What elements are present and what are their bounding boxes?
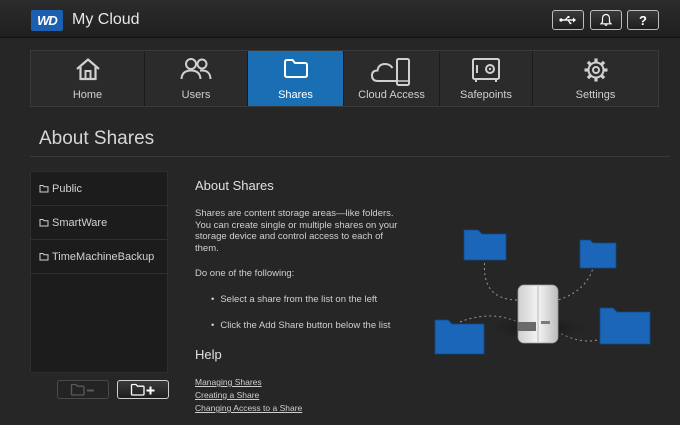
help-title: Help [195, 347, 222, 362]
tab-home-label: Home [72, 89, 103, 101]
help-link-changing-access[interactable]: Changing Access to a Share [195, 403, 302, 413]
tab-cloud-access[interactable]: Cloud Access [344, 51, 440, 106]
cloud-device-icon [370, 58, 410, 86]
tab-safepoints-label: Safepoints [460, 89, 512, 101]
folder-plus-icon [130, 383, 155, 396]
folder-icon [599, 307, 651, 345]
share-item-timemachinebackup[interactable]: TimeMachineBackup [31, 240, 167, 274]
home-icon [75, 58, 100, 81]
storage-device [517, 284, 559, 344]
content-title: About Shares [195, 178, 274, 193]
tab-settings[interactable]: Settings [533, 51, 658, 106]
help-link-creating-share[interactable]: Creating a Share [195, 390, 259, 400]
folder-icon [39, 185, 49, 193]
folder-minus-icon [70, 383, 94, 396]
tab-home[interactable]: Home [31, 51, 145, 106]
folder-icon [283, 59, 308, 78]
users-icon [180, 58, 212, 80]
bullet-item: Select a share from the list on the left [211, 294, 377, 305]
content-description: Shares are content storage areas—like fo… [195, 208, 398, 254]
help-icon: ? [639, 12, 647, 28]
help-link-managing-shares[interactable]: Managing Shares [195, 377, 262, 387]
shares-illustration [434, 229, 651, 355]
folder-icon [579, 239, 617, 269]
tab-shares[interactable]: Shares [248, 51, 344, 106]
usb-button[interactable] [552, 10, 584, 30]
share-item-smartware[interactable]: SmartWare [31, 206, 167, 240]
tab-users-label: Users [181, 89, 211, 101]
tab-cloud-access-label: Cloud Access [358, 89, 425, 101]
tab-safepoints[interactable]: Safepoints [440, 51, 533, 106]
usb-icon [559, 16, 576, 25]
bullet-item: Click the Add Share button below the lis… [211, 320, 390, 331]
title-divider [30, 156, 670, 157]
share-item-public[interactable]: Public [31, 172, 167, 206]
app-header: WD My Cloud ? [0, 0, 680, 38]
remove-share-button[interactable] [57, 380, 109, 399]
instruction-text: Do one of the following: [195, 268, 295, 279]
alerts-button[interactable] [590, 10, 622, 30]
folder-icon [39, 253, 49, 261]
app-title: My Cloud [72, 11, 140, 28]
page-title: About Shares [39, 128, 155, 149]
folder-icon [463, 229, 507, 261]
share-list: Public SmartWare TimeMachineBackup [30, 171, 168, 373]
help-button[interactable]: ? [627, 10, 659, 30]
bell-icon [599, 13, 613, 26]
folder-icon [434, 319, 485, 355]
wd-logo: WD [31, 10, 63, 31]
share-item-label: SmartWare [52, 216, 108, 229]
tab-shares-label: Shares [278, 89, 313, 101]
gear-icon [584, 58, 607, 82]
folder-icon [39, 219, 49, 227]
tab-users[interactable]: Users [145, 51, 248, 106]
share-item-label: TimeMachineBackup [52, 250, 155, 263]
safe-icon [472, 58, 500, 82]
main-nav: Home Users Shares Cloud Access Safepoint… [30, 50, 659, 107]
share-item-label: Public [52, 182, 82, 195]
add-share-button[interactable] [117, 380, 169, 399]
tab-settings-label: Settings [575, 89, 616, 101]
